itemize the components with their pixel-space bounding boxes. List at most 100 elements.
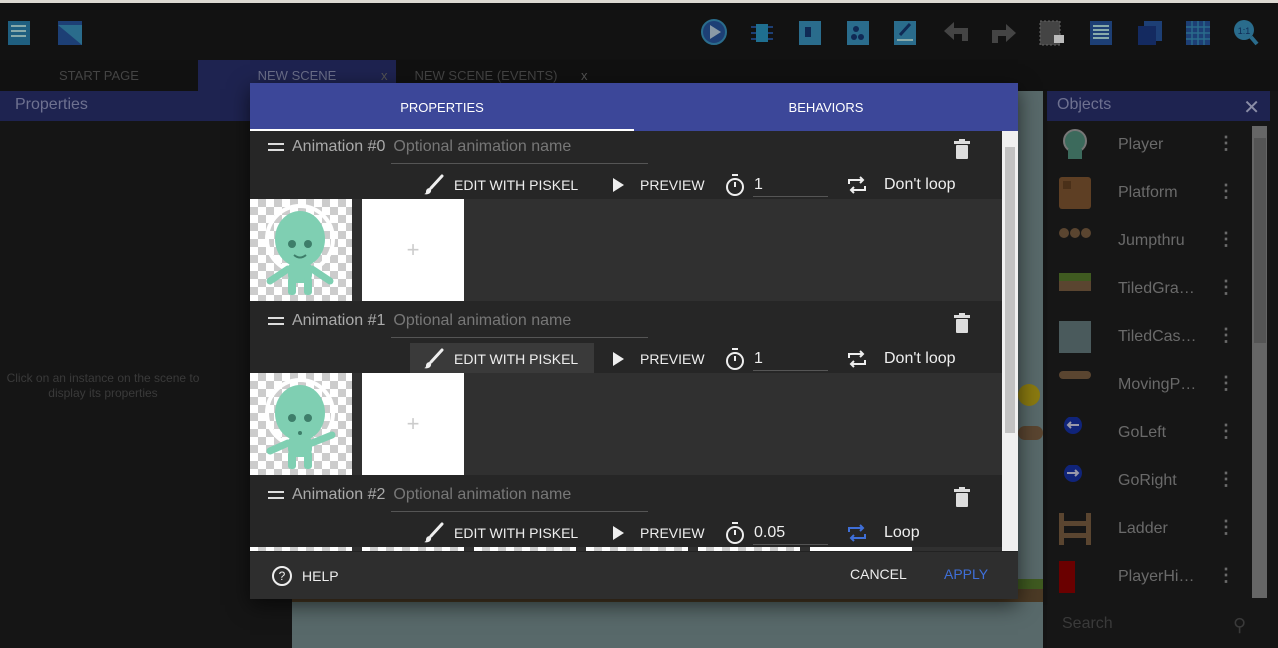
grid-icon[interactable] [1184, 17, 1212, 47]
edit-label: EDIT WITH PISKEL [454, 351, 579, 367]
play-icon [613, 178, 624, 192]
edit-with-piskel-button[interactable]: EDIT WITH PISKEL [410, 169, 594, 201]
jumpthru-icon [1059, 225, 1091, 257]
object-list-item[interactable]: MovingP… ⋮ [1047, 361, 1247, 409]
object-list-item[interactable]: Ladder ⋮ [1047, 505, 1247, 553]
cancel-button[interactable]: CANCEL [850, 566, 907, 582]
objects-scrollbar-thumb[interactable] [1254, 138, 1266, 343]
zoom-reset-icon[interactable]: 1:1 [1231, 17, 1259, 47]
help-button[interactable]: ? HELP [272, 566, 339, 586]
more-menu-icon[interactable]: ⋮ [1217, 565, 1235, 586]
animation-title: Animation #2 [292, 486, 386, 503]
objects-panel: Objects ✕ Player ⋮ Platform ⋮ Jumpthru ⋮ TiledG… [1047, 91, 1270, 648]
more-menu-icon[interactable]: ⋮ [1217, 229, 1235, 250]
object-list-item[interactable]: TiledGra… ⋮ [1047, 265, 1247, 313]
dialog-tabs: PROPERTIES BEHAVIORS [250, 83, 1018, 131]
object-label: Jumpthru [1118, 232, 1185, 249]
animation-name-input[interactable]: Optional animation name [393, 486, 571, 504]
object-label: GoRight [1118, 472, 1177, 489]
objects-list-icon[interactable] [1088, 17, 1116, 47]
tab-behaviors[interactable]: BEHAVIORS [634, 83, 1018, 131]
svg-text:1:1: 1:1 [1238, 26, 1251, 36]
search-icon[interactable]: ⚲ [1233, 615, 1246, 636]
apply-button[interactable]: APPLY [944, 566, 988, 582]
more-menu-icon[interactable]: ⋮ [1217, 469, 1235, 490]
project-manager-icon[interactable] [6, 17, 34, 47]
object-label: PlayerHi… [1118, 568, 1195, 585]
properties-panel-icon[interactable] [1038, 17, 1066, 47]
more-menu-icon[interactable]: ⋮ [1217, 517, 1235, 538]
more-menu-icon[interactable]: ⋮ [1217, 133, 1235, 154]
object-list-item[interactable]: PlayerHi… ⋮ [1047, 553, 1247, 601]
more-menu-icon[interactable]: ⋮ [1217, 181, 1235, 202]
object-groups-icon[interactable] [797, 17, 825, 47]
object-list-item[interactable]: Player ⋮ [1047, 121, 1247, 169]
tiled-grass-icon [1059, 273, 1091, 305]
object-list-item[interactable]: GoLeft ⋮ [1047, 409, 1247, 457]
close-tab-icon[interactable]: x [381, 68, 388, 83]
preview-button[interactable]: PREVIEW [610, 169, 705, 201]
debug-icon[interactable] [748, 17, 776, 47]
drag-handle-icon[interactable] [268, 143, 284, 151]
tab-label: NEW SCENE [257, 68, 337, 83]
frames-list: + [250, 199, 1002, 301]
jumpthru-sprite [1018, 426, 1043, 440]
object-list-item[interactable]: Jumpthru ⋮ [1047, 217, 1247, 265]
object-label: TiledCas… [1118, 328, 1197, 345]
undo-icon[interactable] [942, 17, 970, 47]
layers-icon[interactable] [892, 17, 920, 47]
tab-label: NEW SCENE (EVENTS) [414, 68, 558, 83]
loop-toggle[interactable]: Don't loop [846, 343, 956, 375]
edit-with-piskel-button[interactable]: EDIT WITH PISKEL [410, 343, 595, 375]
ladder-icon [1059, 513, 1091, 545]
delete-animation-icon[interactable] [953, 313, 971, 333]
delete-animation-icon[interactable] [953, 487, 971, 507]
timer-icon [724, 517, 746, 549]
close-tab-icon[interactable]: x [581, 68, 588, 83]
animation-name-input[interactable]: Optional animation name [393, 312, 571, 330]
tab-start-page[interactable]: START PAGE [0, 60, 198, 91]
objects-search-input[interactable]: Search [1062, 615, 1113, 633]
redo-icon[interactable] [990, 17, 1018, 47]
input-underline [391, 337, 648, 338]
preview-icon[interactable] [700, 17, 728, 47]
instances-list-icon[interactable] [845, 17, 873, 47]
more-menu-icon[interactable]: ⋮ [1217, 373, 1235, 394]
object-list-item[interactable]: TiledCas… ⋮ [1047, 313, 1247, 361]
dialog-footer: ? HELP CANCEL APPLY [250, 551, 1018, 599]
more-menu-icon[interactable]: ⋮ [1217, 325, 1235, 346]
tiled-castle-icon [1059, 321, 1091, 353]
close-icon[interactable]: ✕ [1243, 95, 1260, 120]
add-frame-button[interactable]: + [362, 373, 464, 475]
loop-toggle[interactable]: Don't loop [846, 169, 956, 201]
dialog-scrollbar-thumb[interactable] [1005, 147, 1015, 433]
play-icon [613, 526, 624, 540]
delete-animation-icon[interactable] [953, 139, 971, 159]
animation-item: Animation #0 Optional animation name EDIT… [250, 131, 1002, 305]
platform-icon [1059, 177, 1091, 209]
loop-label: Don't loop [884, 176, 956, 193]
input-underline [391, 163, 648, 164]
animation-name-input[interactable]: Optional animation name [393, 138, 571, 156]
drag-handle-icon[interactable] [268, 491, 284, 499]
drag-handle-icon[interactable] [268, 317, 284, 325]
tab-properties[interactable]: PROPERTIES [250, 83, 634, 131]
animation-item: Animation #1 Optional animation name EDIT… [250, 305, 1002, 479]
object-list-item[interactable]: Platform ⋮ [1047, 169, 1247, 217]
repeat-icon [848, 350, 866, 368]
go-left-icon [1059, 416, 1091, 449]
animation-frame[interactable] [250, 199, 352, 301]
edit-with-piskel-button[interactable]: EDIT WITH PISKEL [410, 517, 594, 549]
preview-button[interactable]: PREVIEW [610, 343, 705, 375]
loop-toggle[interactable]: Loop [846, 517, 920, 549]
more-menu-icon[interactable]: ⋮ [1217, 277, 1235, 298]
window-mask-icon[interactable] [1136, 17, 1164, 47]
scene-window-icon[interactable] [56, 17, 84, 47]
animation-frame[interactable] [250, 373, 352, 475]
preview-button[interactable]: PREVIEW [610, 517, 705, 549]
more-menu-icon[interactable]: ⋮ [1217, 421, 1235, 442]
object-list-item[interactable]: GoRight ⋮ [1047, 457, 1247, 505]
preview-label: PREVIEW [640, 351, 705, 367]
brush-icon [424, 348, 444, 369]
add-frame-button[interactable]: + [362, 199, 464, 301]
